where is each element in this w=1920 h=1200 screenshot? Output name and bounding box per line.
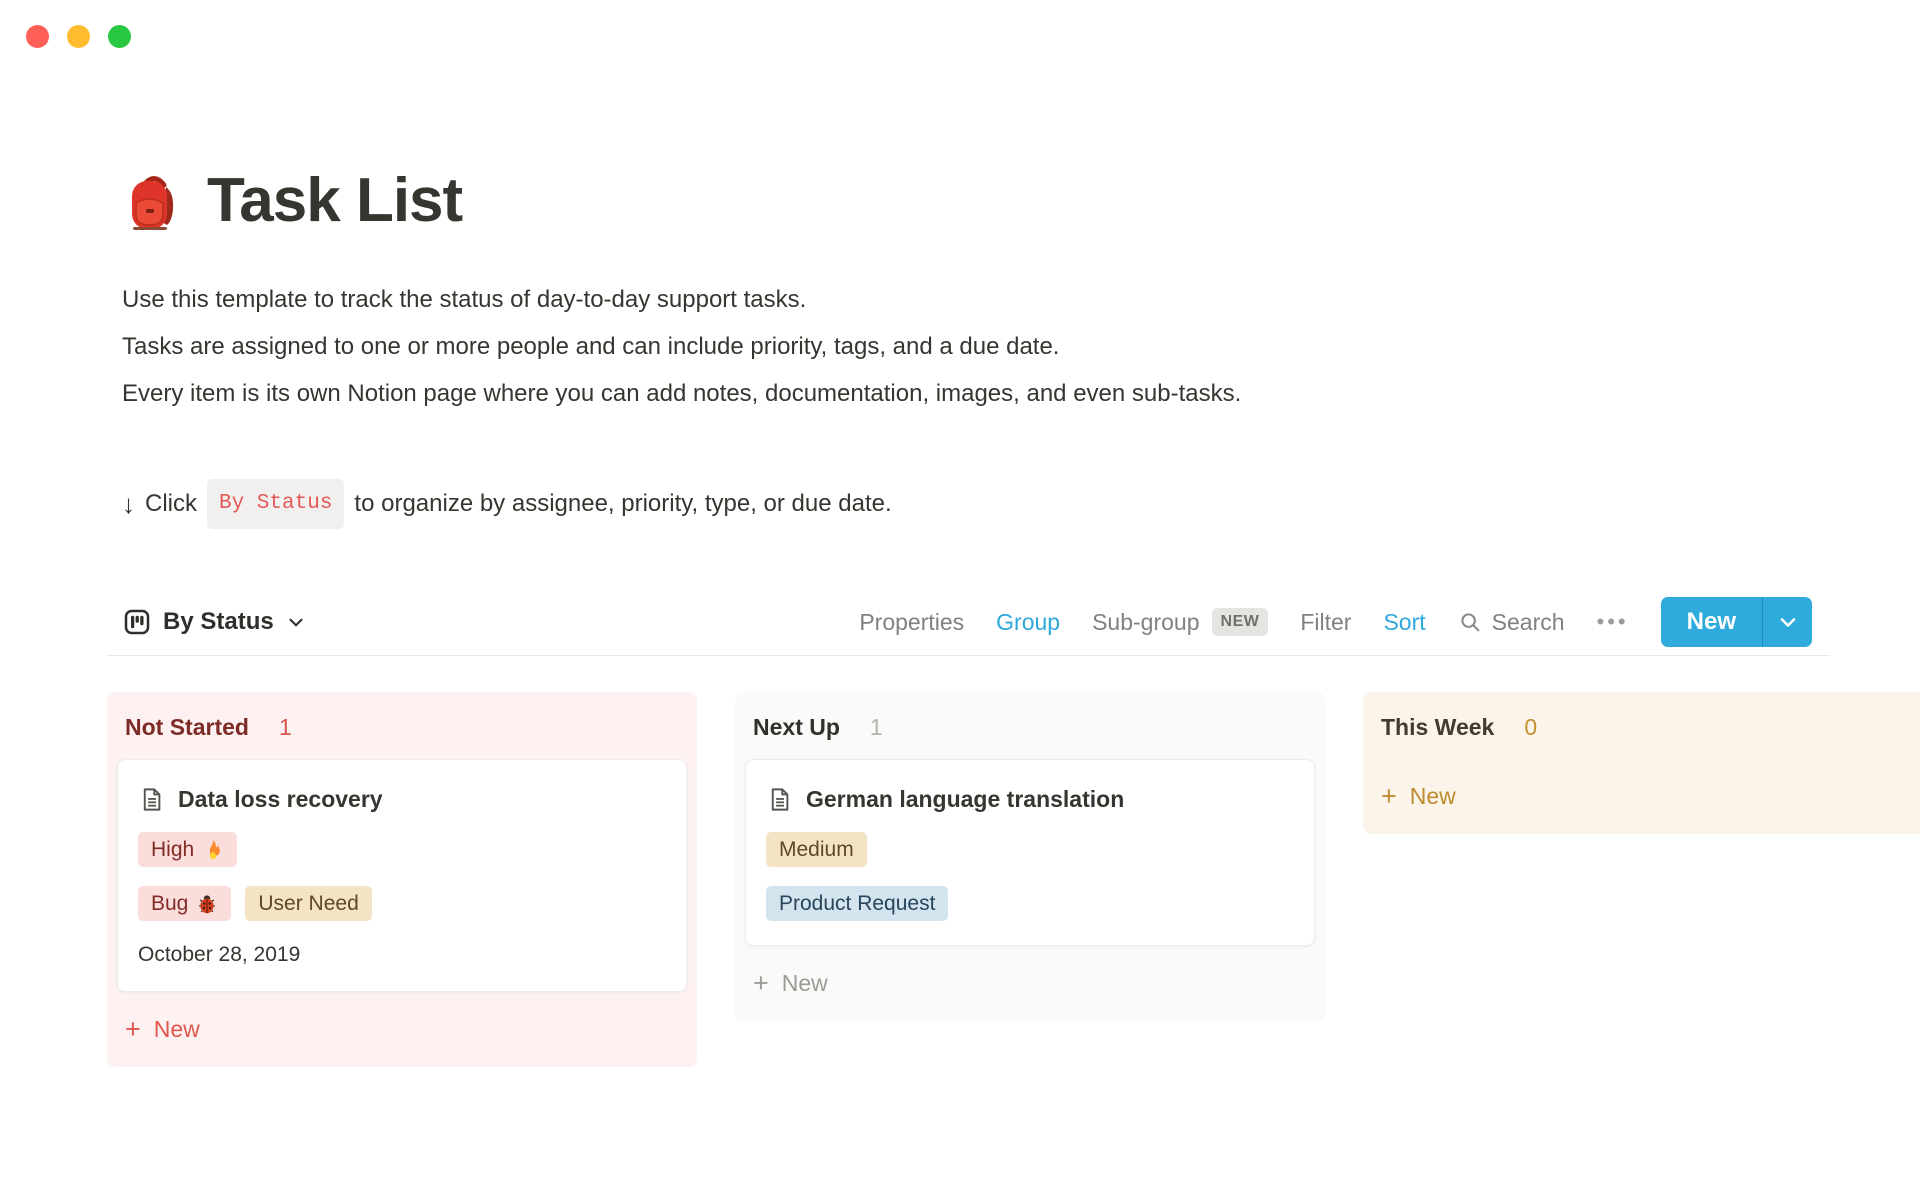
tag-label: Bug [151,892,188,916]
tag-row: High [138,832,666,867]
tag-row: Product Request [766,886,1294,921]
toolbar-divider [107,655,1830,656]
add-card-label: New [154,1016,200,1043]
board-column-next-up: Next Up 1 German language translation Mediu… [735,692,1325,1021]
add-card-button-this-week[interactable]: + New [1381,783,1920,810]
window-controls [26,25,131,48]
menu-item-label: Sub-group [1092,609,1199,636]
plus-icon: + [1381,783,1397,810]
page-title-row: Task List [122,165,1812,236]
new-feature-badge: NEW [1212,608,1269,636]
page-description: Use this template to track the status of… [122,276,1812,417]
plus-icon: + [753,970,769,997]
add-card-label: New [782,970,828,997]
view-toolbar: By Status Properties Group Sub-group NEW Fil… [122,597,1812,647]
menu-item-label: Group [996,609,1060,636]
column-header[interactable]: This Week 0 [1373,702,1920,759]
search-button[interactable]: Search [1458,609,1565,636]
tag-row: Medium [766,832,1294,867]
tag-label: User Need [258,892,358,916]
page-document-icon [766,786,793,813]
board-column-not-started: Not Started 1 Data loss recovery High Bug Use… [107,692,697,1067]
new-button: New [1661,597,1812,647]
card-title: Data loss recovery [178,786,383,813]
card-title-row: German language translation [766,786,1294,813]
task-card-german-language-translation[interactable]: German language translation Medium Product… [745,759,1315,946]
toolbar-menu-group[interactable]: Group [996,609,1060,636]
callout-text-before: Click [145,484,197,524]
callout-line: ↓ Click By Status to organize by assigne… [122,479,1812,529]
menu-item-label: Filter [1300,609,1351,636]
add-card-button-next-up[interactable]: + New [753,970,1315,997]
zoom-window-button[interactable] [108,25,131,48]
card-due-date: October 28, 2019 [138,943,666,967]
by-status-code-pill: By Status [207,479,344,529]
column-header[interactable]: Next Up 1 [745,702,1315,759]
tag-product-request: Product Request [766,886,948,921]
plus-icon: + [125,1016,141,1043]
column-header[interactable]: Not Started 1 [117,702,687,759]
minimize-window-button[interactable] [67,25,90,48]
high-emoji-icon [202,839,224,861]
task-card-data-loss-recovery[interactable]: Data loss recovery High Bug User Need Octobe… [117,759,687,992]
description-line: Tasks are assigned to one or more people… [122,323,1812,370]
view-switcher[interactable]: By Status [122,607,307,637]
card-title-row: Data loss recovery [138,786,666,813]
board-column-this-week: This Week 0 + New [1363,692,1920,834]
chevron-down-icon [285,611,307,633]
toolbar-actions: Properties Group Sub-group NEW Filter Sort Se… [859,597,1812,647]
column-name: Next Up [753,714,840,741]
description-line: Use this template to track the status of… [122,276,1812,323]
search-icon [1458,610,1483,635]
page-document-icon [138,786,165,813]
down-arrow-icon: ↓ [122,484,135,524]
callout-text-after: to organize by assignee, priority, type,… [354,484,891,524]
page-title: Task List [207,165,462,236]
menu-item-label: Sort [1383,609,1425,636]
bug-emoji-icon [196,893,218,915]
description-line: Every item is its own Notion page where … [122,370,1812,417]
add-card-button-not-started[interactable]: + New [125,1016,687,1043]
notion-window: Task List Use this template to track the… [0,0,1920,1200]
page-content: Task List Use this template to track the… [0,0,1920,1067]
menu-item-label: Properties [859,609,964,636]
column-count: 1 [279,714,292,741]
tag-label: Product Request [779,892,935,916]
toolbar-menu-properties[interactable]: Properties [859,609,964,636]
column-count: 1 [870,714,883,741]
more-options-icon[interactable]: ••• [1597,611,1629,633]
toolbar-menu: Properties Group Sub-group NEW Filter Sort [859,608,1425,636]
column-name: Not Started [125,714,249,741]
column-count: 0 [1524,714,1537,741]
tag-label: High [151,838,194,862]
column-name: This Week [1381,714,1494,741]
tag-bug: Bug [138,886,231,921]
new-button-dropdown[interactable] [1762,597,1812,647]
toolbar-menu-sort[interactable]: Sort [1383,609,1425,636]
kanban-board: Not Started 1 Data loss recovery High Bug Use… [107,692,1812,1067]
tag-row: Bug User Need [138,886,666,921]
tag-high: High [138,832,237,867]
tag-medium: Medium [766,832,867,867]
card-title: German language translation [806,786,1124,813]
new-button-main[interactable]: New [1661,597,1762,647]
toolbar-menu-sub-group[interactable]: Sub-group NEW [1092,608,1268,636]
board-view-icon [122,607,152,637]
backpack-emoji-icon[interactable] [122,169,186,233]
search-label: Search [1492,609,1565,636]
view-name: By Status [163,608,274,636]
toolbar-menu-filter[interactable]: Filter [1300,609,1351,636]
add-card-label: New [1410,783,1456,810]
close-window-button[interactable] [26,25,49,48]
tag-label: Medium [779,838,854,862]
tag-user-need: User Need [245,886,371,921]
